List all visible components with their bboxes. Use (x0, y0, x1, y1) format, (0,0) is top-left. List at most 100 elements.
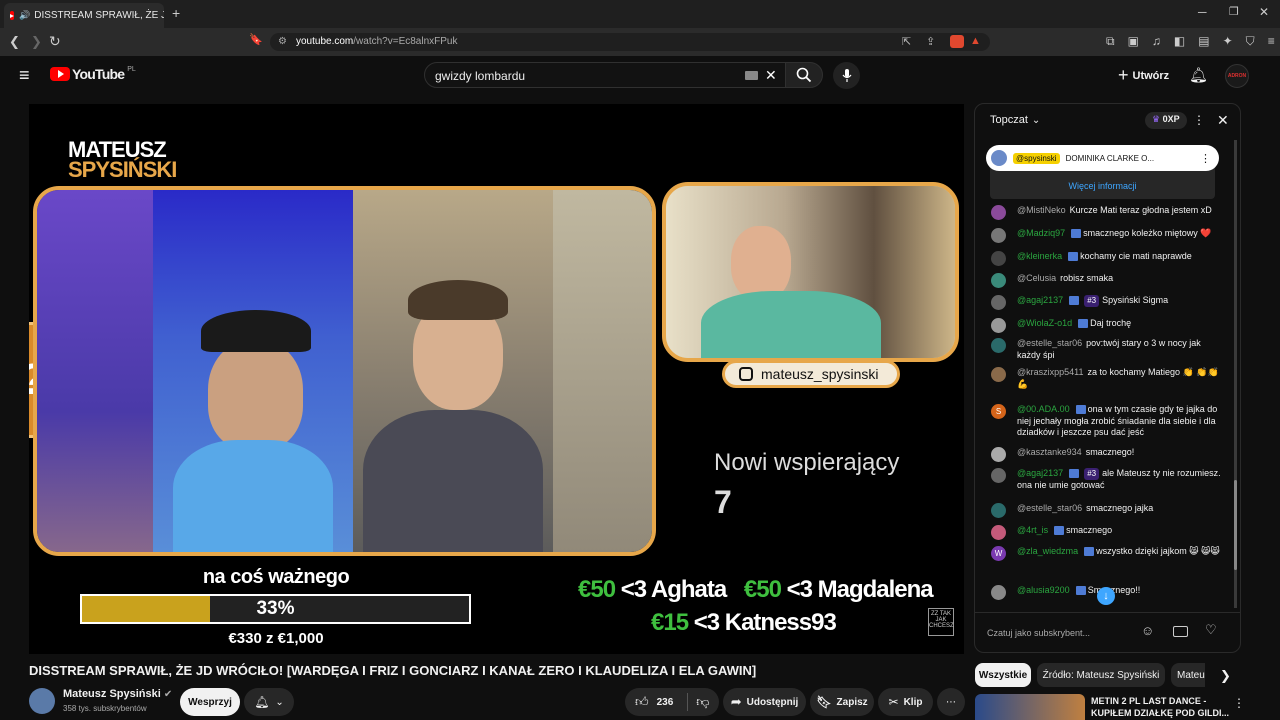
notification-dropdown-button[interactable]: 🔔︎ ⌄ (244, 688, 294, 716)
chat-more-icon[interactable]: ⋮ (1193, 113, 1205, 127)
chat-message[interactable]: W @zla_wiedzma wszystko dzięki jajkom 😸 😸😸 (991, 546, 1221, 561)
reload-icon[interactable]: ↻ (49, 34, 61, 48)
like-icon[interactable]: 👍︎ (635, 694, 649, 710)
brave-shield-icon[interactable] (950, 35, 964, 48)
chat-message[interactable]: @WiolaZ-o1d Daj trochę (991, 318, 1221, 333)
search-button[interactable] (785, 62, 823, 88)
chat-username[interactable]: @MistiNeko (1017, 205, 1066, 215)
xp-badge[interactable]: ♛ 0XP (1145, 112, 1187, 129)
minimize-icon[interactable]: ─ (1198, 6, 1207, 18)
back-icon[interactable]: ❮ (9, 35, 20, 48)
chat-username[interactable]: @agaj2137 (1017, 468, 1063, 478)
forward-icon[interactable]: ❯ (31, 35, 42, 48)
chat-avatar[interactable] (991, 205, 1006, 220)
chat-avatar[interactable] (991, 273, 1006, 288)
clear-search-icon[interactable]: ✕ (765, 67, 777, 84)
save-button[interactable]: 🔖︎ Zapisz (810, 688, 874, 716)
channel-avatar[interactable] (29, 688, 55, 714)
chat-message[interactable]: @4rt_is smacznego (991, 525, 1221, 540)
chat-input[interactable]: Czatuj jako subskrybent... (987, 621, 1132, 645)
chat-avatar[interactable] (991, 447, 1006, 462)
chat-mode-dropdown[interactable]: Topczat ⌄ (990, 114, 1040, 126)
chat-message[interactable]: S @00.ADA.00 ona w tym czasie gdy te jajka… (991, 404, 1221, 439)
chat-avatar[interactable] (991, 525, 1006, 540)
like-count[interactable]: 236 (657, 697, 674, 708)
chat-message[interactable]: @estelle_star06 pov:twój stary o 3 w nocy… (991, 338, 1221, 361)
site-settings-icon[interactable]: ⚙ (278, 36, 287, 47)
chat-message[interactable]: @estelle_star06 smacznego jajka (991, 503, 1221, 518)
more-info-link[interactable]: Więcej informacji (990, 181, 1215, 191)
chat-close-icon[interactable]: ✕ (1217, 112, 1229, 129)
share-page-icon[interactable]: ⇪ (926, 35, 935, 48)
recommended-thumbnail[interactable] (975, 694, 1085, 720)
rewards-icon[interactable]: ▲ (970, 35, 981, 47)
chip-source[interactable]: Źródło: Mateusz Spysiński (1037, 663, 1165, 687)
chat-message[interactable]: @kleinerka kochamy cie mati naprawde (991, 251, 1221, 266)
extensions-icon[interactable]: ⧉ (1106, 34, 1115, 49)
chat-username[interactable]: @Madziq97 (1017, 228, 1065, 238)
chat-message[interactable]: @kraszixpp5411 za to kochamy Matiego 👏 👏👏… (991, 367, 1221, 390)
clip-button[interactable]: ✂ Klip (878, 688, 933, 716)
pinned-more-icon[interactable]: ⋮ (1200, 152, 1211, 165)
chat-avatar[interactable]: W (991, 546, 1006, 561)
pinned-message[interactable]: @spysinski DOMINIKA CLARKE O... ⋮ (986, 145, 1219, 171)
emoji-icon[interactable]: ☺ (1141, 623, 1154, 638)
search-input[interactable]: gwizdy lombardu ✕ (424, 62, 786, 88)
chat-username[interactable]: @Celusia (1017, 273, 1056, 283)
chat-avatar[interactable] (991, 503, 1006, 518)
chat-avatar[interactable] (991, 295, 1006, 310)
share-button[interactable]: ➦ Udostępnij (723, 688, 806, 716)
chat-username[interactable]: @zla_wiedzma (1017, 546, 1078, 556)
heart-icon[interactable]: ♡ (1205, 622, 1217, 638)
music-icon[interactable]: ♫ (1152, 34, 1161, 49)
chat-username[interactable]: @kraszixpp5411 (1017, 367, 1084, 377)
screenshot-icon[interactable]: ▣ (1128, 34, 1139, 49)
notifications-bell-icon[interactable]: 🔔︎ (1189, 66, 1208, 84)
chat-avatar[interactable] (991, 367, 1006, 382)
chat-avatar[interactable] (991, 338, 1006, 353)
support-button[interactable]: Wesprzyj (180, 688, 240, 716)
bookmark-icon[interactable]: 🔖 (249, 35, 263, 46)
youtube-logo[interactable]: YouTube PL (50, 66, 136, 82)
chat-message[interactable]: @agaj2137 #3 ale Mateusz ty nie rozumiesz.… (991, 468, 1221, 491)
scroll-down-icon[interactable]: ↓ (1097, 587, 1115, 605)
super-chat-icon[interactable] (1173, 626, 1188, 637)
keyboard-icon[interactable] (745, 71, 758, 80)
wallet-icon[interactable]: ▤ (1198, 34, 1209, 49)
dislike-icon[interactable]: 👎︎ (696, 694, 709, 710)
chips-next-icon[interactable]: ❯ (1220, 668, 1231, 684)
chat-username[interactable]: @00.ADA.00 (1017, 404, 1070, 414)
chat-message[interactable]: @Celusia robisz smaka (991, 273, 1221, 288)
more-actions-button[interactable]: ⋯ (937, 688, 965, 716)
window-close-icon[interactable]: ✕ (1259, 6, 1269, 18)
chat-scrollbar-thumb[interactable] (1234, 480, 1237, 570)
chat-username[interactable]: @4rt_is (1017, 525, 1048, 535)
chat-message[interactable]: @agaj2137 #3 Spysiński Sigma (991, 295, 1221, 310)
channel-name-row[interactable]: Mateusz Spysiński ✔ (63, 688, 172, 700)
chat-avatar[interactable] (991, 228, 1006, 243)
chat-username[interactable]: @kleinerka (1017, 251, 1062, 261)
sidebar-icon[interactable]: ◧ (1174, 34, 1185, 49)
video-player[interactable]: MATEUSZ SPYSIŃSKI ? mateusz_spysinski No… (29, 104, 964, 654)
chat-username[interactable]: @kasztanke934 (1017, 447, 1082, 457)
browser-menu-icon[interactable]: ≡ (1268, 34, 1275, 49)
chat-username[interactable]: @alusia9200 (1017, 585, 1070, 595)
chat-username[interactable]: @agaj2137 (1017, 295, 1063, 305)
new-tab-icon[interactable]: + (172, 6, 180, 20)
chat-username[interactable]: @estelle_star06 (1017, 503, 1082, 513)
chat-avatar[interactable] (991, 468, 1006, 483)
chat-avatar[interactable] (991, 251, 1006, 266)
chat-username[interactable]: @WiolaZ-o1d (1017, 318, 1072, 328)
leo-ai-icon[interactable]: ✦ (1223, 34, 1233, 49)
recommended-more-icon[interactable]: ⋮ (1233, 696, 1245, 710)
chat-scrollbar[interactable] (1234, 140, 1237, 608)
account-avatar[interactable]: ADRON (1225, 64, 1249, 88)
hamburger-menu-icon[interactable]: ≡ (19, 65, 30, 86)
voice-search-button[interactable] (833, 62, 860, 89)
browser-tab[interactable]: 🔊 DISSTREAM SPRAWIŁ, ŻE JD W ✕ (4, 3, 164, 28)
maximize-icon[interactable]: ❐ (1229, 7, 1239, 18)
chat-avatar[interactable]: S (991, 404, 1006, 419)
chat-avatar[interactable] (991, 585, 1006, 600)
recommended-title[interactable]: METIN 2 PL LAST DANCE - KUPIŁEM DZIAŁKĘ … (1091, 695, 1229, 719)
chip-all[interactable]: Wszystkie (975, 663, 1031, 687)
